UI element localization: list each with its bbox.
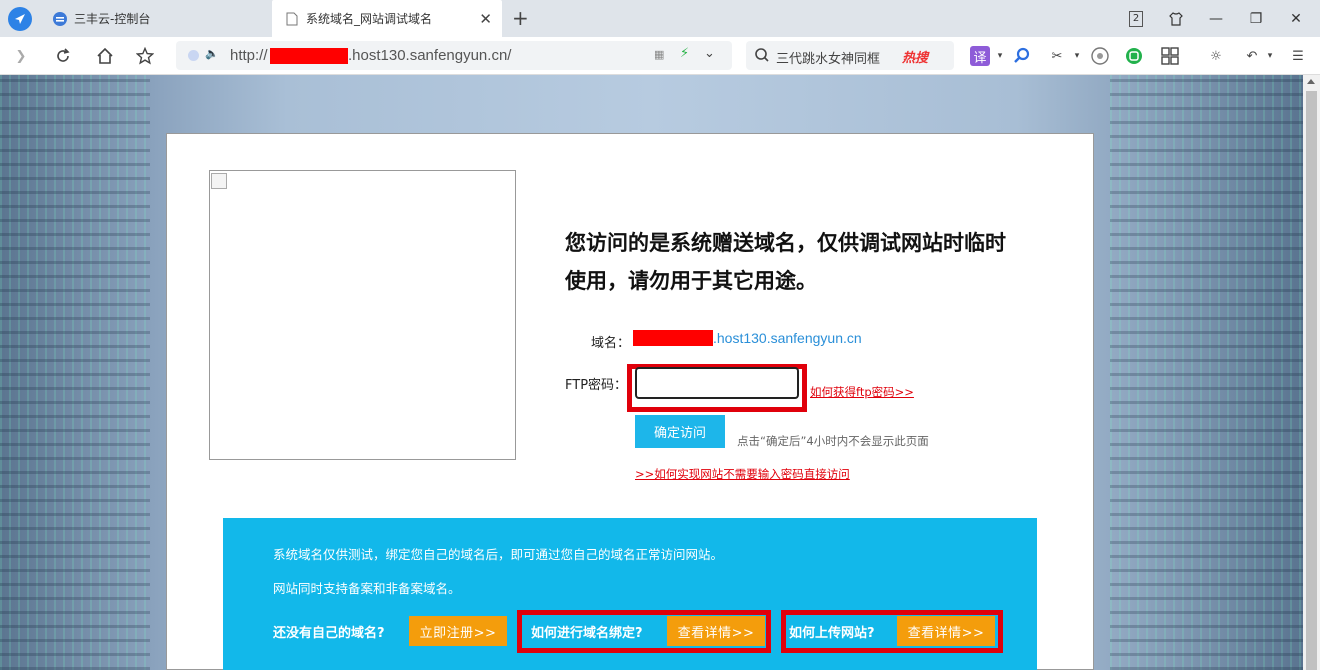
brightness-icon[interactable]: ☼ [1206, 46, 1226, 66]
dropdown-arrow-icon[interactable]: ▾ [1260, 46, 1280, 66]
server-rack-right [1110, 75, 1303, 670]
no-password-access-link[interactable]: >>如何实现网站不需要输入密码直接访问 [635, 466, 850, 482]
broken-image [209, 170, 516, 460]
search-icon [754, 47, 770, 67]
tab-bar: 三丰云-控制台 系统域名_网站调试域名 ✕ + 2 — ❐ ✕ [0, 0, 1320, 37]
minimize-icon[interactable]: — [1196, 0, 1236, 37]
bookmark-star-icon[interactable] [134, 45, 156, 67]
reload-icon[interactable] [52, 45, 74, 67]
translate-icon[interactable]: 译 [970, 46, 990, 66]
dropdown-arrow-icon[interactable]: ▾ [990, 46, 1010, 66]
redaction-mark [270, 48, 348, 64]
no-domain-question: 还没有自己的域名? [273, 626, 385, 641]
ftp-password-label: FTP密码： [565, 378, 628, 393]
tab-label: 三丰云-控制台 [74, 12, 151, 26]
scrollbar-thumb[interactable] [1306, 91, 1317, 670]
wechat-icon[interactable] [1124, 46, 1144, 66]
restore-icon[interactable]: ❐ [1236, 0, 1276, 37]
tab-count-badge: 2 [1129, 10, 1143, 27]
domain-label: 域名： [591, 336, 631, 351]
scissors-icon[interactable]: ✂ [1047, 46, 1067, 66]
address-bar[interactable]: 🔈 http:// .host130.sanfengyun.cn/ ▦ ⚡ ⌄ [176, 41, 732, 70]
navigation-bar: ❯ 🔈 http:// .host130.sanfengyun.cn/ ▦ ⚡ … [0, 37, 1320, 75]
search-box[interactable]: 三代跳水女神同框 热搜 [746, 41, 954, 70]
server-rack-left [0, 75, 150, 670]
main-card: 您访问的是系统赠送域名，仅供调试网站时临时使用，请勿用于其它用途。 域名： .h… [166, 133, 1094, 670]
ftp-password-help-link[interactable]: 如何获得ftp密码>> [810, 384, 914, 400]
forward-icon[interactable]: ❯ [10, 45, 32, 67]
confirm-access-button[interactable]: 确定访问 [635, 415, 725, 448]
qr-code-icon[interactable]: ▦ [654, 48, 664, 61]
scroll-up-icon[interactable] [1307, 79, 1315, 84]
upload-website-question: 如何上传网站? [789, 626, 875, 641]
promo-text-1: 系统域名仅供测试，绑定您自己的域名后，即可通过您自己的域名正常访问网站。 [273, 547, 724, 562]
tab-label: 系统域名_网站调试域名 [306, 12, 433, 26]
insecure-icon: 🔈 [205, 47, 219, 60]
broken-image-icon [211, 173, 227, 189]
binding-details-button[interactable]: 查看详情>> [667, 616, 765, 646]
site-info-icon[interactable] [188, 50, 199, 61]
hot-search-badge[interactable]: 热搜 [902, 47, 928, 66]
cloud-console-icon [52, 11, 68, 27]
redaction-mark [633, 330, 713, 346]
tab-system-domain[interactable]: 系统域名_网站调试域名 ✕ [272, 0, 502, 37]
window-controls: 2 — ❐ ✕ [1116, 0, 1316, 37]
dropdown-arrow-icon[interactable]: ▾ [1067, 46, 1087, 66]
domain-value: .host130.sanfengyun.cn [713, 330, 862, 346]
register-now-button[interactable]: 立即注册>> [409, 616, 507, 646]
shirt-icon[interactable] [1156, 0, 1196, 37]
tab-console[interactable]: 三丰云-控制台 [50, 0, 270, 37]
domain-binding-promo: 系统域名仅供测试，绑定您自己的域名后，即可通过您自己的域名正常访问网站。 网站同… [223, 518, 1037, 670]
close-tab-icon[interactable]: ✕ [479, 10, 492, 28]
browser-logo-icon[interactable] [8, 7, 32, 31]
menu-icon[interactable]: ☰ [1288, 46, 1308, 66]
apps-grid-icon[interactable] [1160, 46, 1180, 66]
upload-details-button[interactable]: 查看详情>> [897, 616, 995, 646]
promo-text-2: 网站同时支持备案和非备案域名。 [273, 581, 461, 596]
search-text: 三代跳水女神同框 [776, 52, 881, 67]
vertical-scrollbar[interactable] [1303, 75, 1320, 670]
page-headline: 您访问的是系统赠送域名，仅供调试网站时临时使用，请勿用于其它用途。 [565, 231, 1006, 293]
url-suffix: .host130.sanfengyun.cn/ [348, 47, 512, 64]
ftp-password-input[interactable] [635, 367, 799, 399]
lightning-icon[interactable]: ⚡ [680, 46, 689, 61]
shield-icon[interactable] [1090, 46, 1110, 66]
page-icon [284, 11, 300, 27]
close-window-icon[interactable]: ✕ [1276, 0, 1316, 37]
magnifier-icon[interactable] [1012, 46, 1032, 66]
tab-count-button[interactable]: 2 [1116, 0, 1156, 37]
url-prefix: http:// [230, 47, 268, 64]
chevron-down-icon[interactable]: ⌄ [704, 46, 715, 61]
confirm-hint: 点击“确定后”4小时内不会显示此页面 [737, 434, 929, 448]
home-icon[interactable] [94, 45, 116, 67]
undo-icon[interactable]: ↶ [1242, 46, 1262, 66]
new-tab-button[interactable]: + [512, 6, 529, 30]
domain-binding-question: 如何进行域名绑定? [531, 626, 643, 641]
